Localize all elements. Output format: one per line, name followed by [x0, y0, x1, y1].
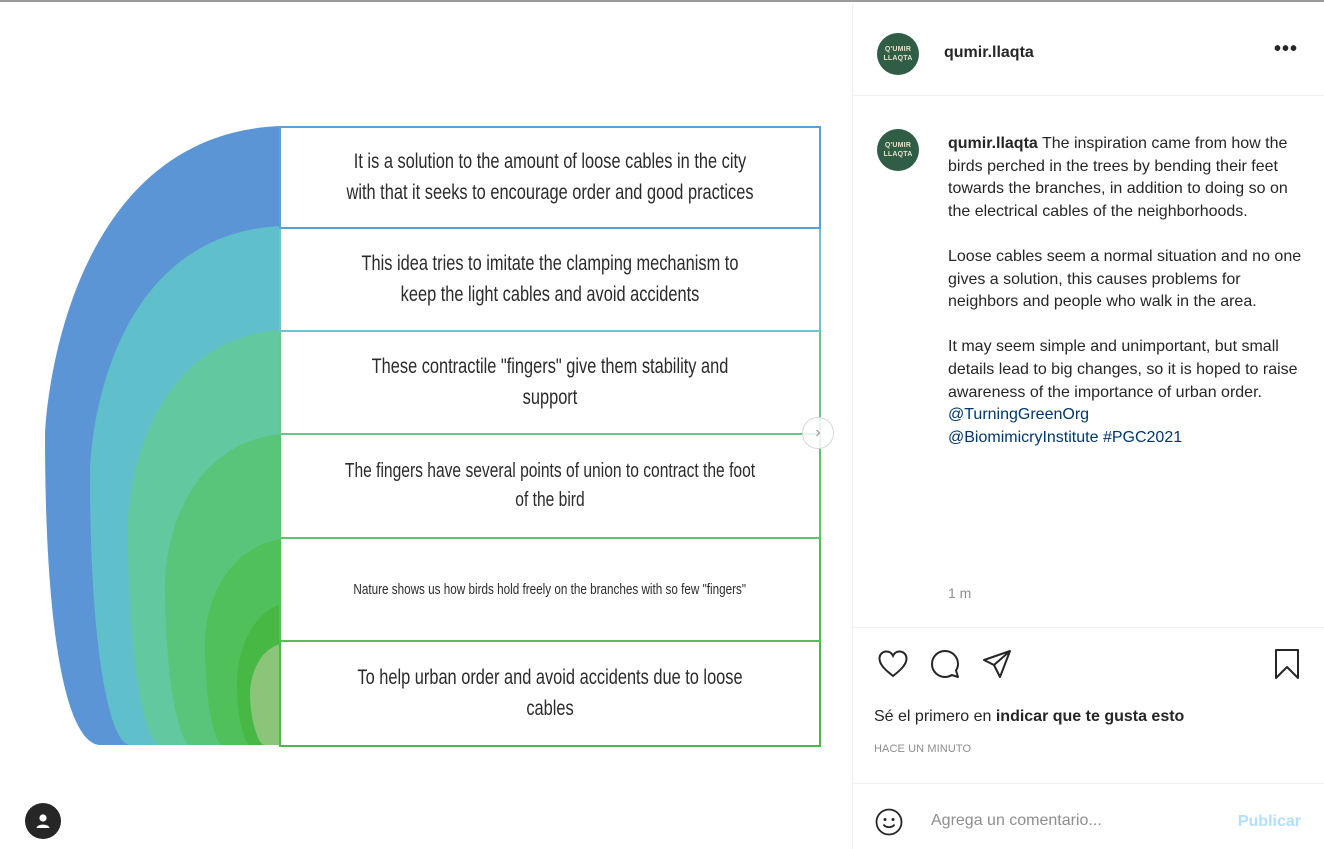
- caption-time[interactable]: 1 m: [948, 585, 971, 601]
- slide-row-1: It is a solution to the amount of loose …: [279, 126, 821, 229]
- publish-button[interactable]: Publicar: [1238, 813, 1301, 831]
- avatar-text: LLAQTA: [883, 151, 913, 158]
- caption-area: Q'UMIR LLAQTA qumir.llaqta The inspirati…: [853, 97, 1324, 627]
- avatar-text: LLAQTA: [883, 55, 913, 62]
- slide-row-5: Nature shows us how birds hold freely on…: [279, 539, 821, 642]
- username-link[interactable]: qumir.llaqta: [944, 44, 1034, 62]
- likes-prefix: Sé el primero en: [874, 708, 996, 725]
- user-tag-button[interactable]: [25, 803, 61, 839]
- like-button[interactable]: [875, 646, 911, 682]
- browser-frame: It is a solution to the amount of loose …: [0, 0, 1324, 849]
- post-timestamp[interactable]: HACE UN MINUTO: [874, 743, 971, 755]
- avatar-text: Q'UMIR: [884, 46, 912, 53]
- avatar-text: Q'UMIR: [884, 142, 912, 149]
- post-media[interactable]: It is a solution to the amount of loose …: [0, 4, 852, 849]
- caption-avatar[interactable]: Q'UMIR LLAQTA: [877, 129, 919, 171]
- save-button[interactable]: [1269, 646, 1305, 682]
- caption-username-link[interactable]: qumir.llaqta: [948, 135, 1038, 152]
- action-icons-row: [875, 646, 1305, 682]
- mention-link[interactable]: @BiomimicryInstitute: [948, 429, 1099, 446]
- post-actions: Sé el primero en indicar que te gusta es…: [853, 627, 1324, 784]
- comment-bar: Publicar: [853, 783, 1324, 849]
- post-header: Q'UMIR LLAQTA qumir.llaqta •••: [853, 4, 1324, 96]
- chevron-right-icon: ›: [815, 424, 821, 441]
- likes-summary: Sé el primero en indicar que te gusta es…: [874, 708, 1184, 726]
- comment-button[interactable]: [927, 646, 963, 682]
- user-tag-icon: [36, 814, 50, 828]
- slide-row-3: These contractile "fingers" give them st…: [279, 332, 821, 435]
- comment-icon: [931, 650, 959, 678]
- share-button[interactable]: [979, 646, 1015, 682]
- like-prompt-link[interactable]: indicar que te gusta esto: [996, 708, 1184, 725]
- emoji-button[interactable]: [875, 808, 903, 841]
- bookmark-icon: [1275, 649, 1299, 679]
- slide-row-2: This idea tries to imitate the clamping …: [279, 229, 821, 332]
- next-slide-button[interactable]: ›: [802, 417, 834, 449]
- slide-row-6: To help urban order and avoid accidents …: [279, 642, 821, 747]
- more-options-icon[interactable]: •••: [1274, 38, 1298, 61]
- caption-paragraph-3: It may seem simple and unimportant, but …: [948, 338, 1298, 401]
- slide-row-4: The fingers have several points of union…: [279, 435, 821, 539]
- heart-icon: [878, 650, 908, 678]
- comment-input[interactable]: [931, 804, 1211, 838]
- avatar[interactable]: Q'UMIR LLAQTA: [877, 33, 919, 75]
- hashtag-link[interactable]: #PGC2021: [1103, 429, 1182, 446]
- post-sidebar: Q'UMIR LLAQTA qumir.llaqta ••• Q'UMIR LL…: [852, 4, 1324, 849]
- mention-link[interactable]: @TurningGreenOrg: [948, 404, 1308, 427]
- smiley-icon: [875, 808, 903, 836]
- send-icon: [983, 650, 1011, 678]
- post-caption: qumir.llaqta The inspiration came from h…: [948, 133, 1308, 449]
- caption-paragraph-2: Loose cables seem a normal situation and…: [948, 247, 1302, 311]
